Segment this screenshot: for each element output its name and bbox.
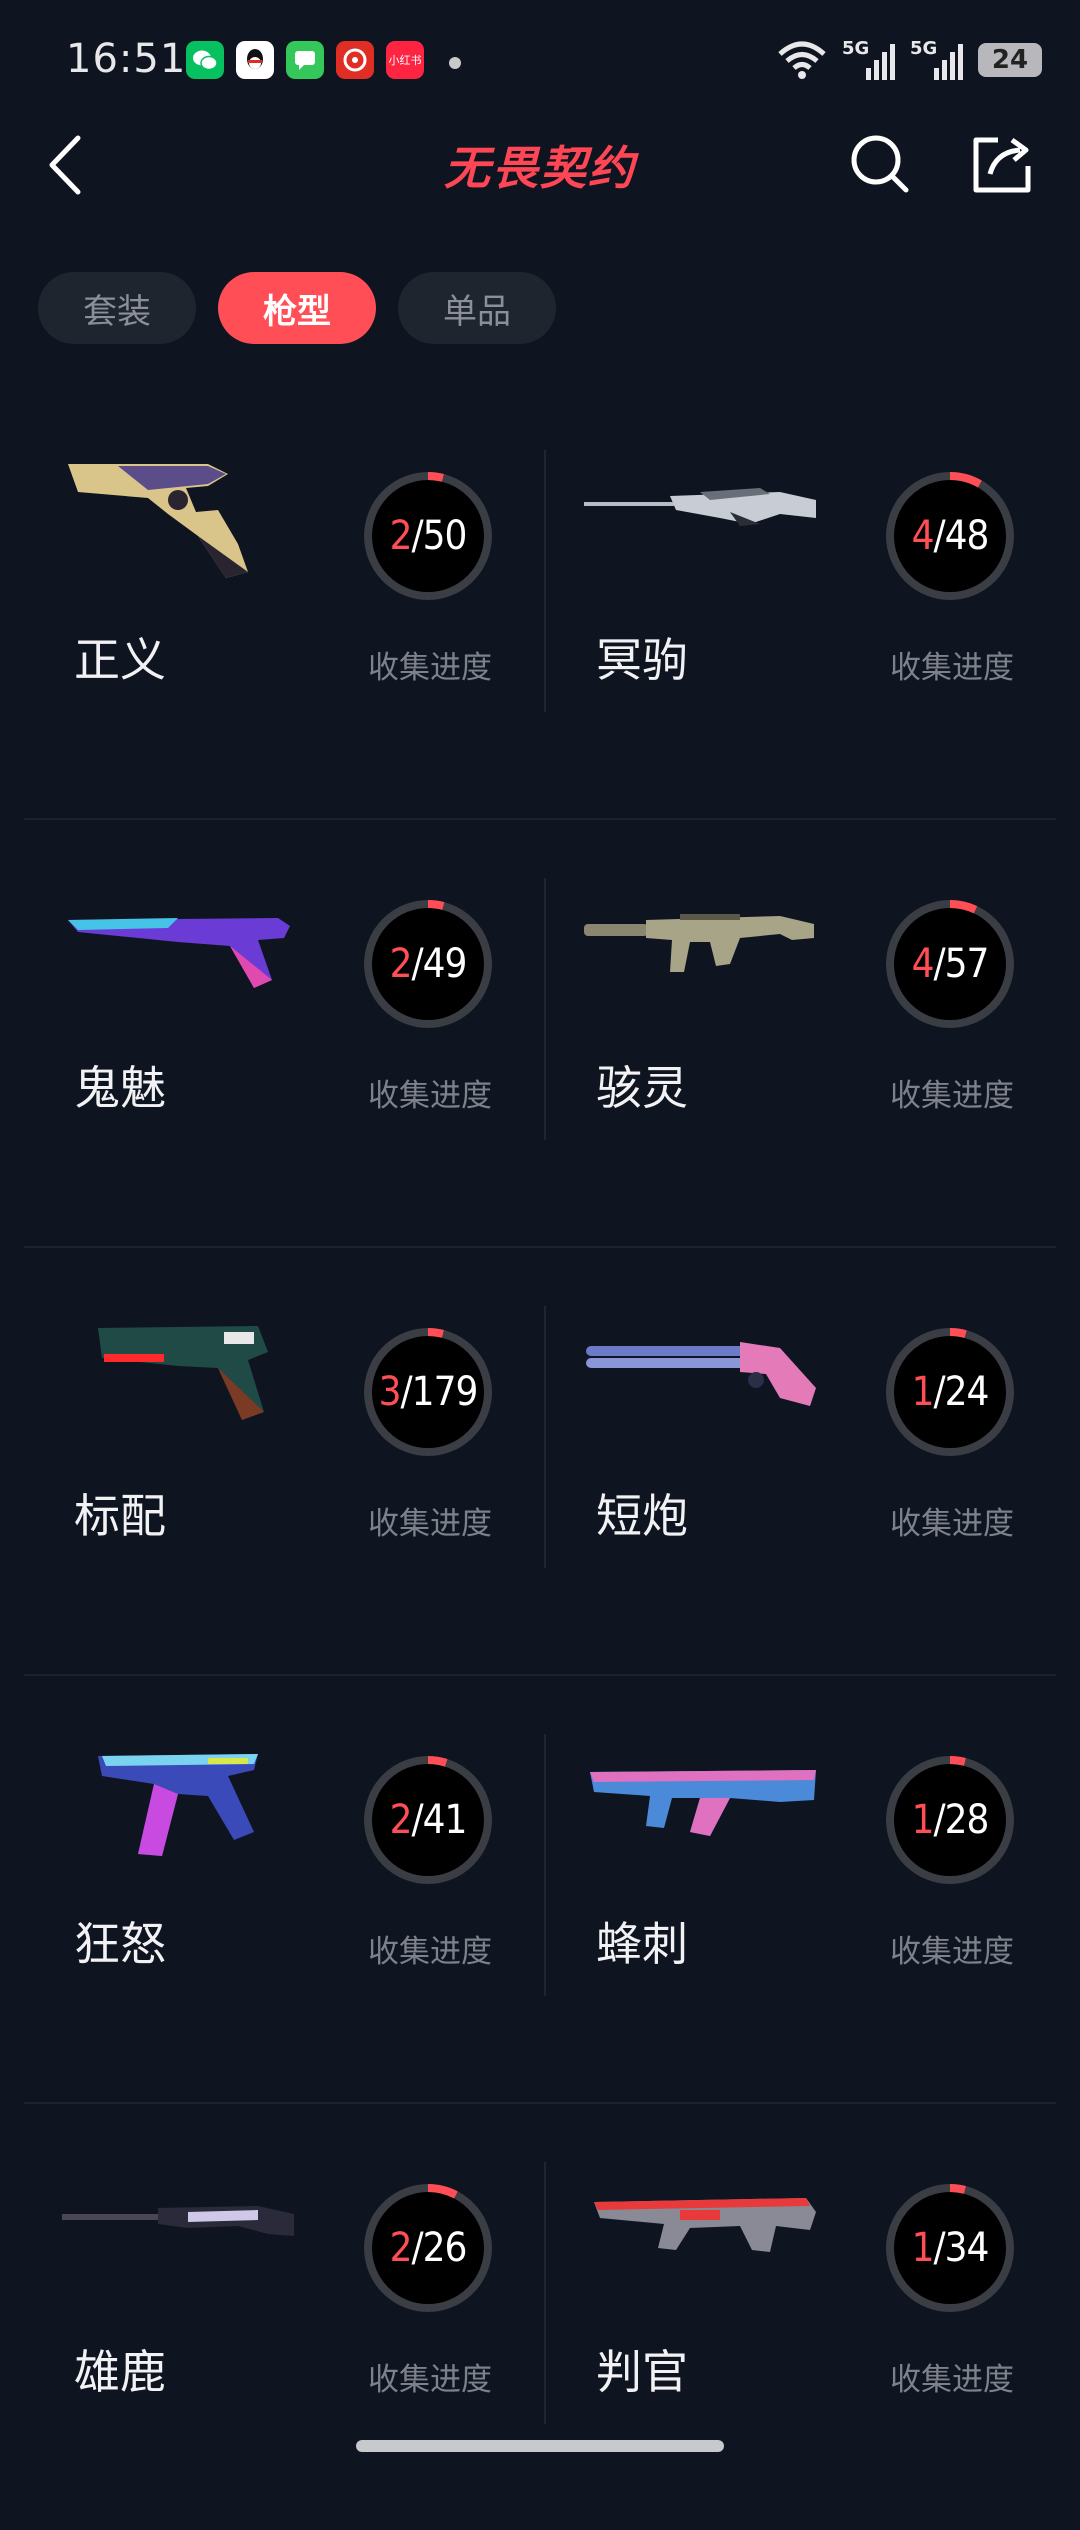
progress-count: 2/26 [389,2225,468,2271]
progress-label: 收集进度 [890,1934,1014,1970]
weapon-name: 冥驹 [596,633,688,687]
xiaohongshu-icon: 小红书 [386,41,424,79]
notification-icons: 小红书 [186,41,424,79]
share-icon[interactable] [970,132,1034,196]
weapon-card[interactable]: 蜂刺 1/28 收集进度 [546,1676,1062,2102]
weapon-card[interactable]: 雄鹿 2/26 收集进度 [24,2104,540,2530]
category-tabs: 套装 枪型 单品 [38,272,556,344]
cell-signal-2-icon: 5G [910,38,964,82]
progress-label: 收集进度 [368,1934,492,1970]
progress-count: 2/50 [389,513,468,559]
progress-label: 收集进度 [368,1078,492,1114]
weapon-name: 骇灵 [596,1061,688,1115]
progress-count: 4/48 [911,513,990,559]
pinduoduo-icon [336,41,374,79]
weapon-name: 蜂刺 [596,1917,688,1971]
progress-label: 收集进度 [368,650,492,686]
status-time: 16:51 [66,36,187,82]
search-icon[interactable] [848,132,912,196]
weapon-name: 短炮 [596,1489,688,1543]
progress-label: 收集进度 [368,1506,492,1542]
home-indicator[interactable] [356,2440,724,2452]
page-title: 无畏契约 [444,141,636,195]
weapon-image-stinger [590,1770,816,1836]
weapon-row: 雄鹿 2/26 收集进度 判官 1/34 收集进度 [24,2104,1056,2530]
weapon-image-judge [594,2198,816,2252]
weapon-card[interactable]: 正义 2/50 收集进度 [24,392,540,818]
weapon-image-sheriff [68,464,248,578]
wechat-icon [186,41,224,79]
tab-items[interactable]: 单品 [398,272,556,344]
weapon-image-classic [98,1326,268,1420]
weapon-image-marshal [62,2206,294,2236]
weapon-grid: 正义 2/50 收集进度 冥驹 4/48 收集进度 鬼魅 2 / 49 收集进度… [24,392,1056,2530]
progress-label: 收集进度 [890,1506,1014,1542]
weapon-row: 正义 2/50 收集进度 冥驹 4/48 收集进度 [24,392,1056,820]
qq-icon [236,41,274,79]
weapon-name: 标配 [74,1489,166,1543]
progress-count: 1/34 [911,2225,990,2271]
tab-weapon-types[interactable]: 枪型 [218,272,376,344]
weapon-card[interactable]: 鬼魅 2/49 收集进度 [24,820,540,1246]
weapon-name: 雄鹿 [74,2345,166,2399]
weapon-name: 狂怒 [74,1917,166,1971]
cell-signal-1-icon: 5G [842,38,896,82]
weapon-card[interactable]: 冥驹 4/48 收集进度 [546,392,1062,818]
weapon-name: 正义 [74,633,166,687]
battery-icon: 24 [978,43,1042,77]
progress-label: 收集进度 [368,2362,492,2398]
weapon-row: 狂怒 2/41 收集进度 蜂刺 1/28 收集进度 [24,1676,1056,2104]
weapon-card[interactable]: 标配 3/179 收集进度 [24,1248,540,1674]
weapon-card[interactable]: 判官 1/34 收集进度 [546,2104,1062,2530]
weapon-image-frenzy [98,1754,258,1856]
weapon-card[interactable]: 短炮 1/24 收集进度 [546,1248,1062,1674]
weapon-name: 鬼魅 [74,1061,166,1115]
status-bar: 16:51 小红书 5G 5G 24 [0,0,1080,124]
weapon-row: 鬼魅 2/49 收集进度 骇灵 4/57 收集进度 [24,820,1056,1248]
weapon-image-spectre [584,914,814,972]
weapon-image-operator [584,488,816,526]
weapon-name: 判官 [596,2345,688,2399]
progress-label: 收集进度 [890,650,1014,686]
system-icons: 5G 5G 24 [776,38,1042,82]
progress-label: 收集进度 [890,1078,1014,1114]
progress-count: 1/28 [911,1797,990,1843]
weapon-card[interactable]: 狂怒 2/41 收集进度 [24,1676,540,2102]
messages-icon [286,41,324,79]
weapon-card[interactable]: 骇灵 4/57 收集进度 [546,820,1062,1246]
weapon-image-shorty [586,1342,816,1406]
progress-count: 4/57 [911,941,990,987]
weapon-image-ghost [68,918,290,988]
progress-count: 3/179 [378,1369,479,1415]
progress-count: 1/24 [911,1369,990,1415]
progress-count: 2/49 [389,941,468,987]
weapon-row: 标配 3/179 收集进度 短炮 1/24 收集进度 [24,1248,1056,1676]
wifi-icon [778,41,826,79]
progress-count: 2/41 [389,1797,468,1843]
notification-dot [449,57,461,69]
tab-sets[interactable]: 套装 [38,272,196,344]
progress-label: 收集进度 [890,2362,1014,2398]
